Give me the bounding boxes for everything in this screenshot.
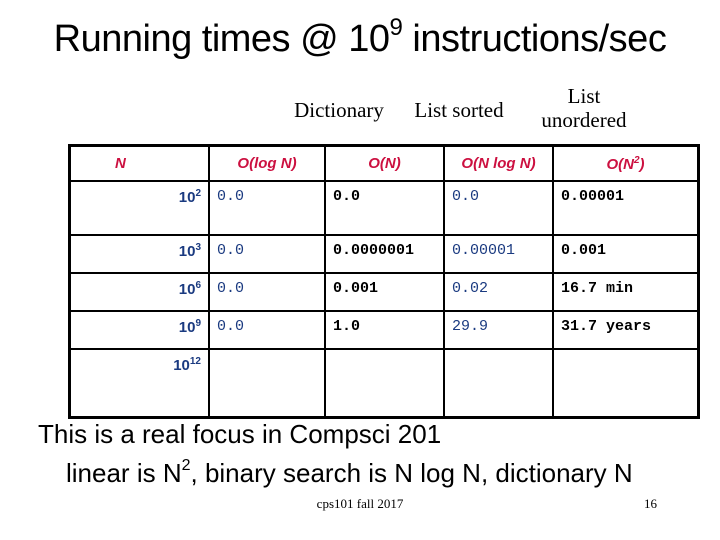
running-times-table: N O(log N) O(N) O(N log N) O(N2) 102 0.0… — [68, 144, 700, 419]
cell-n: 1012 — [68, 348, 210, 419]
cell-n: 106 — [68, 272, 210, 312]
cell-n-log-n: 0.00001 — [443, 234, 554, 274]
cell-n-linear: 0.0 — [324, 180, 445, 236]
cell-n-linear: 0.001 — [324, 272, 445, 312]
bullet-complexities: linear is N2, binary search is N log N, … — [66, 457, 633, 488]
table-header-row: N O(log N) O(N) O(N log N) O(N2) — [68, 144, 700, 182]
cell-n-squared: 16.7 min — [552, 272, 700, 312]
slide-title: Running times @ 109 instructions/sec — [0, 14, 720, 61]
cell-log-n: 0.0 — [208, 272, 326, 312]
cell-n-log-n: 0.0 — [443, 180, 554, 236]
cell-n-linear: 1.0 — [324, 310, 445, 350]
cell-n: 109 — [68, 310, 210, 350]
cell-n: 102 — [68, 180, 210, 236]
cell-n-linear — [324, 348, 445, 419]
table-row: 1012 — [68, 348, 700, 419]
cell-n-squared: 0.001 — [552, 234, 700, 274]
cell-n-squared: 31.7 years — [552, 310, 700, 350]
cell-log-n: 0.0 — [208, 234, 326, 274]
header-n-linear: O(N) — [324, 144, 445, 182]
header-log-n: O(log N) — [208, 144, 326, 182]
header-n-squared: O(N2) — [552, 144, 700, 182]
cell-log-n — [208, 348, 326, 419]
cell-log-n: 0.0 — [208, 180, 326, 236]
label-list-unordered-line1: List — [567, 84, 601, 108]
bullet-focus: This is a real focus in Compsci 201 — [38, 419, 442, 449]
header-n: N — [68, 144, 210, 182]
cell-n-log-n — [443, 348, 554, 419]
cell-n-squared — [552, 348, 700, 419]
table-row: 109 0.0 1.0 29.9 31.7 years — [68, 310, 700, 350]
table-row: 102 0.0 0.0 0.0 0.00001 — [68, 180, 700, 236]
footer-text: cps101 fall 2017 — [316, 496, 404, 511]
title-text: Running times @ 10 — [53, 18, 390, 60]
title-exponent: 9 — [389, 14, 403, 41]
cell-n-log-n: 29.9 — [443, 310, 554, 350]
table-row: 103 0.0 0.0000001 0.00001 0.001 — [68, 234, 700, 274]
cell-n: 103 — [68, 234, 210, 274]
label-list-unordered: List unordered — [524, 84, 644, 132]
title-suffix: instructions/sec — [402, 18, 667, 60]
cell-n-linear: 0.0000001 — [324, 234, 445, 274]
cell-n-squared: 0.00001 — [552, 180, 700, 236]
page-number: 16 — [644, 496, 657, 511]
cell-log-n: 0.0 — [208, 310, 326, 350]
label-list-unordered-line2: unordered — [541, 108, 627, 132]
label-list-sorted: List sorted — [414, 98, 504, 122]
label-dictionary: Dictionary — [294, 98, 384, 122]
table-row: 106 0.0 0.001 0.02 16.7 min — [68, 272, 700, 312]
header-n-log-n: O(N log N) — [443, 144, 554, 182]
cell-n-log-n: 0.02 — [443, 272, 554, 312]
